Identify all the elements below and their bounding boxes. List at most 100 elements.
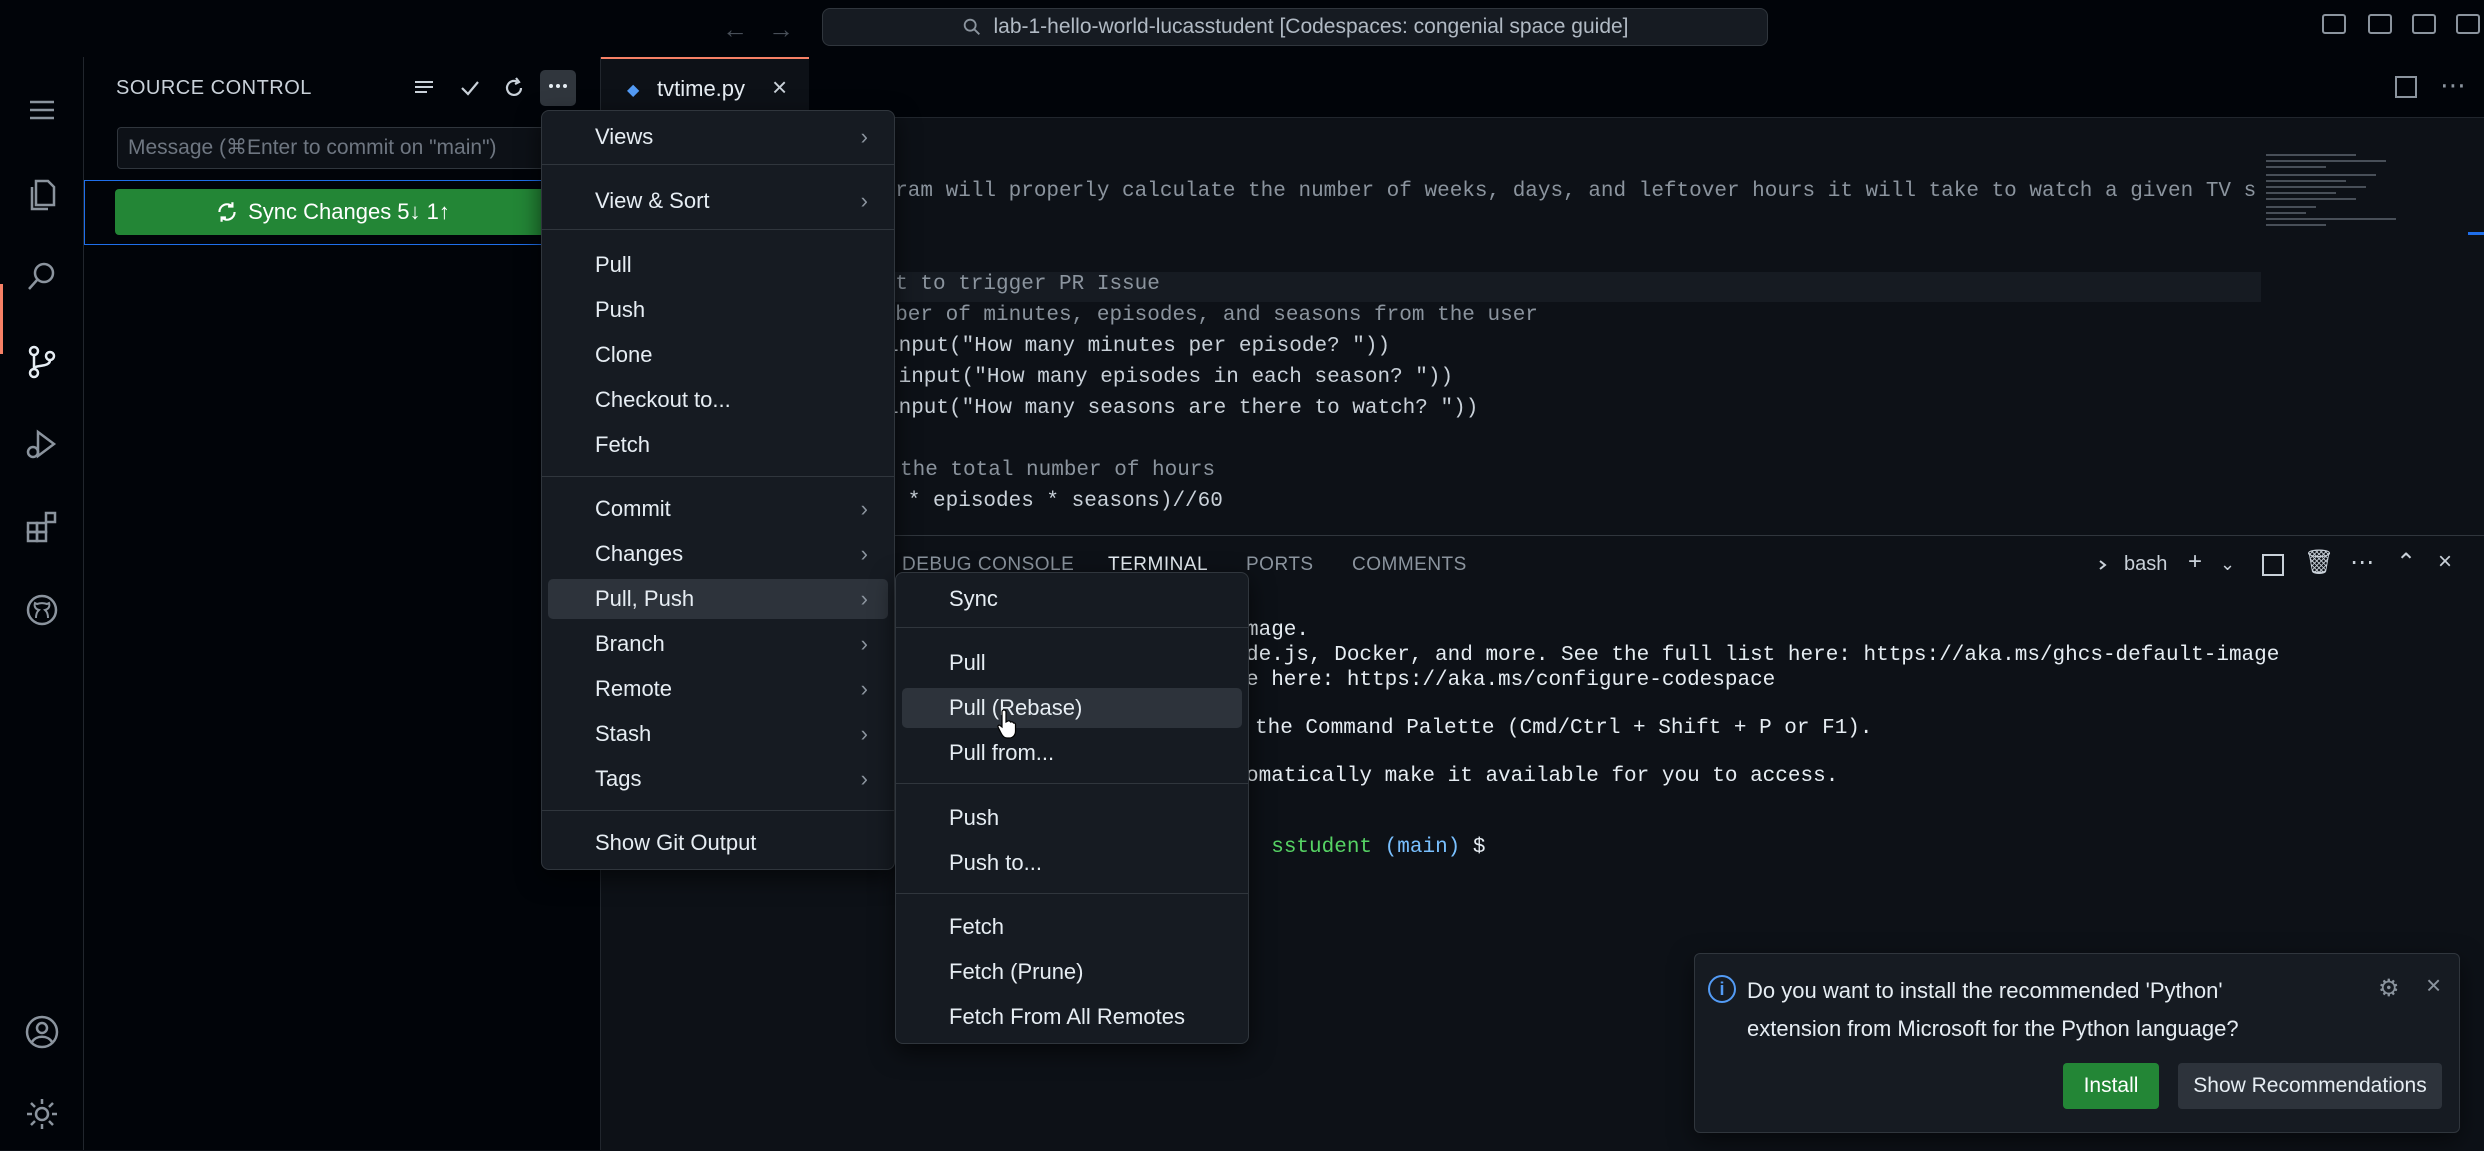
menu-item-commit[interactable]: Commit › bbox=[548, 489, 888, 529]
sync-changes-button[interactable]: Sync Changes 5↓ 1↑ bbox=[115, 189, 549, 235]
menu-separator bbox=[896, 627, 1248, 628]
explorer-icon[interactable] bbox=[0, 160, 83, 230]
tab-ports[interactable]: PORTS bbox=[1246, 554, 1314, 576]
panel-more-icon[interactable]: ⋯ bbox=[2350, 548, 2374, 577]
source-control-more-menu: Views › View & Sort › Pull Push Clone Chec… bbox=[541, 110, 895, 870]
window-title: lab-1-hello-world-lucasstudent [Codespac… bbox=[993, 15, 1629, 38]
submenu-item-pull-from[interactable]: Pull from... bbox=[902, 733, 1242, 773]
chevron-right-icon: › bbox=[860, 631, 868, 656]
menu-separator bbox=[542, 164, 894, 165]
python-file-icon: ◆ bbox=[627, 82, 640, 99]
menu-separator bbox=[542, 229, 894, 230]
source-control-title: SOURCE CONTROL bbox=[116, 77, 312, 99]
menu-item-show-git-output[interactable]: Show Git Output bbox=[548, 823, 888, 863]
code-line: ent to trigger PR Issue bbox=[870, 273, 1160, 296]
maximize-panel-icon[interactable]: ⌃ bbox=[2396, 548, 2416, 577]
chevron-right-icon: › bbox=[860, 124, 868, 149]
submenu-item-push[interactable]: Push bbox=[902, 798, 1242, 838]
source-control-icon[interactable] bbox=[0, 327, 83, 397]
search-icon bbox=[964, 18, 981, 35]
submenu-item-fetch-all-remotes[interactable]: Fetch From All Remotes bbox=[902, 997, 1242, 1037]
menu-icon[interactable] bbox=[0, 75, 83, 145]
notification-settings-gear-icon[interactable]: ⚙ bbox=[2378, 974, 2400, 1003]
menu-item-checkout[interactable]: Checkout to... bbox=[548, 380, 888, 420]
menu-item-stash[interactable]: Stash › bbox=[548, 714, 888, 754]
split-editor-icon[interactable] bbox=[2395, 76, 2417, 98]
install-button[interactable]: Install bbox=[2063, 1063, 2159, 1109]
menu-item-changes[interactable]: Changes › bbox=[548, 534, 888, 574]
github-icon[interactable] bbox=[0, 575, 83, 645]
close-tab-icon[interactable]: × bbox=[772, 72, 787, 103]
search-icon[interactable] bbox=[0, 242, 83, 312]
command-center[interactable]: lab-1-hello-world-lucasstudent [Codespac… bbox=[822, 8, 1768, 46]
customize-layout-icon[interactable] bbox=[2456, 14, 2480, 34]
back-arrow-icon[interactable]: ← bbox=[722, 14, 748, 45]
menu-item-clone[interactable]: Clone bbox=[548, 335, 888, 375]
code-line: (input("How many episodes in each season… bbox=[886, 366, 1454, 389]
pull-push-submenu: Sync Pull Pull (Rebase) Pull from... Pus… bbox=[895, 572, 1249, 1044]
sync-icon bbox=[218, 202, 236, 222]
active-indicator bbox=[0, 284, 3, 354]
terminal-line: the Command Palette (Cmd/Ctrl + Shift + … bbox=[1255, 717, 1873, 740]
hand-cursor-icon bbox=[997, 709, 1017, 739]
terminal-shell-selector[interactable]: bash bbox=[2096, 553, 2167, 576]
menu-item-view-sort[interactable]: View & Sort › bbox=[548, 181, 888, 221]
menu-item-push[interactable]: Push bbox=[548, 290, 888, 330]
terminal-line: omatically make it available for you to … bbox=[1246, 765, 1839, 788]
toggle-secondary-sidebar-icon[interactable] bbox=[2412, 14, 2436, 34]
trash-icon[interactable]: 🗑 bbox=[2304, 548, 2334, 577]
menu-separator bbox=[896, 783, 1248, 784]
terminal-icon bbox=[2099, 559, 2107, 570]
chevron-right-icon: › bbox=[860, 766, 868, 791]
menu-item-remote[interactable]: Remote › bbox=[548, 669, 888, 709]
commit-check-icon[interactable] bbox=[454, 72, 486, 104]
submenu-item-push-to[interactable]: Push to... bbox=[902, 843, 1242, 883]
run-debug-icon[interactable] bbox=[0, 409, 83, 479]
chevron-down-icon[interactable]: ⌄ bbox=[2220, 554, 2235, 575]
submenu-item-pull[interactable]: Pull bbox=[902, 643, 1242, 683]
split-terminal-icon[interactable] bbox=[2262, 554, 2284, 576]
editor-tab-bar bbox=[601, 57, 2484, 118]
toggle-panel-icon[interactable] bbox=[2368, 14, 2392, 34]
chevron-right-icon: › bbox=[860, 188, 868, 213]
toggle-primary-sidebar-icon[interactable] bbox=[2322, 14, 2346, 34]
accounts-icon[interactable] bbox=[0, 997, 83, 1067]
info-icon: i bbox=[1708, 975, 1736, 1003]
submenu-item-fetch-prune[interactable]: Fetch (Prune) bbox=[902, 952, 1242, 992]
forward-arrow-icon[interactable]: → bbox=[768, 14, 794, 45]
menu-separator bbox=[896, 893, 1248, 894]
menu-item-pull[interactable]: Pull bbox=[548, 245, 888, 285]
menu-item-branch[interactable]: Branch › bbox=[548, 624, 888, 664]
settings-gear-icon[interactable] bbox=[0, 1079, 83, 1149]
show-recommendations-button[interactable]: Show Recommendations bbox=[2178, 1063, 2442, 1109]
submenu-item-sync[interactable]: Sync bbox=[902, 579, 1242, 619]
commit-message-input[interactable]: Message (⌘Enter to commit on "main") bbox=[117, 127, 547, 169]
tab-comments[interactable]: COMMENTS bbox=[1352, 554, 1467, 576]
menu-item-pull-push[interactable]: Pull, Push › bbox=[548, 579, 888, 619]
code-line: input("How many minutes per episode? ")) bbox=[886, 335, 1391, 358]
menu-item-views[interactable]: Views › bbox=[548, 117, 888, 157]
view-as-tree-icon[interactable] bbox=[408, 72, 440, 104]
activity-bar bbox=[0, 57, 84, 1150]
minimap[interactable] bbox=[2262, 150, 2402, 250]
submenu-item-pull-rebase[interactable]: Pull (Rebase) bbox=[902, 688, 1242, 728]
code-line: the total number of hours bbox=[900, 459, 1216, 482]
terminal-prompt[interactable]: sstudent (main) $ bbox=[1246, 813, 1485, 859]
notification-message: Do you want to install the recommended '… bbox=[1747, 978, 2239, 1041]
new-terminal-icon[interactable]: + bbox=[2188, 548, 2202, 576]
menu-item-tags[interactable]: Tags › bbox=[548, 759, 888, 799]
refresh-icon[interactable] bbox=[498, 72, 530, 104]
chevron-right-icon: › bbox=[860, 541, 868, 566]
editor-more-actions-icon[interactable]: ⋯ bbox=[2440, 70, 2466, 101]
terminal-line: e here: https://aka.ms/configure-codespa… bbox=[1246, 669, 1776, 692]
extensions-icon[interactable] bbox=[0, 492, 83, 562]
chevron-right-icon: › bbox=[860, 586, 868, 611]
code-line: ogram will properly calculate the number… bbox=[870, 180, 2257, 203]
menu-item-fetch[interactable]: Fetch bbox=[548, 425, 888, 465]
code-line: es * episodes * seasons)//60 bbox=[870, 490, 1223, 513]
close-panel-icon[interactable]: × bbox=[2438, 548, 2452, 576]
more-actions-icon[interactable] bbox=[542, 70, 574, 102]
notification-close-icon[interactable]: × bbox=[2426, 970, 2441, 1001]
submenu-item-fetch[interactable]: Fetch bbox=[902, 907, 1242, 947]
terminal-line: mage. bbox=[1246, 619, 1310, 642]
